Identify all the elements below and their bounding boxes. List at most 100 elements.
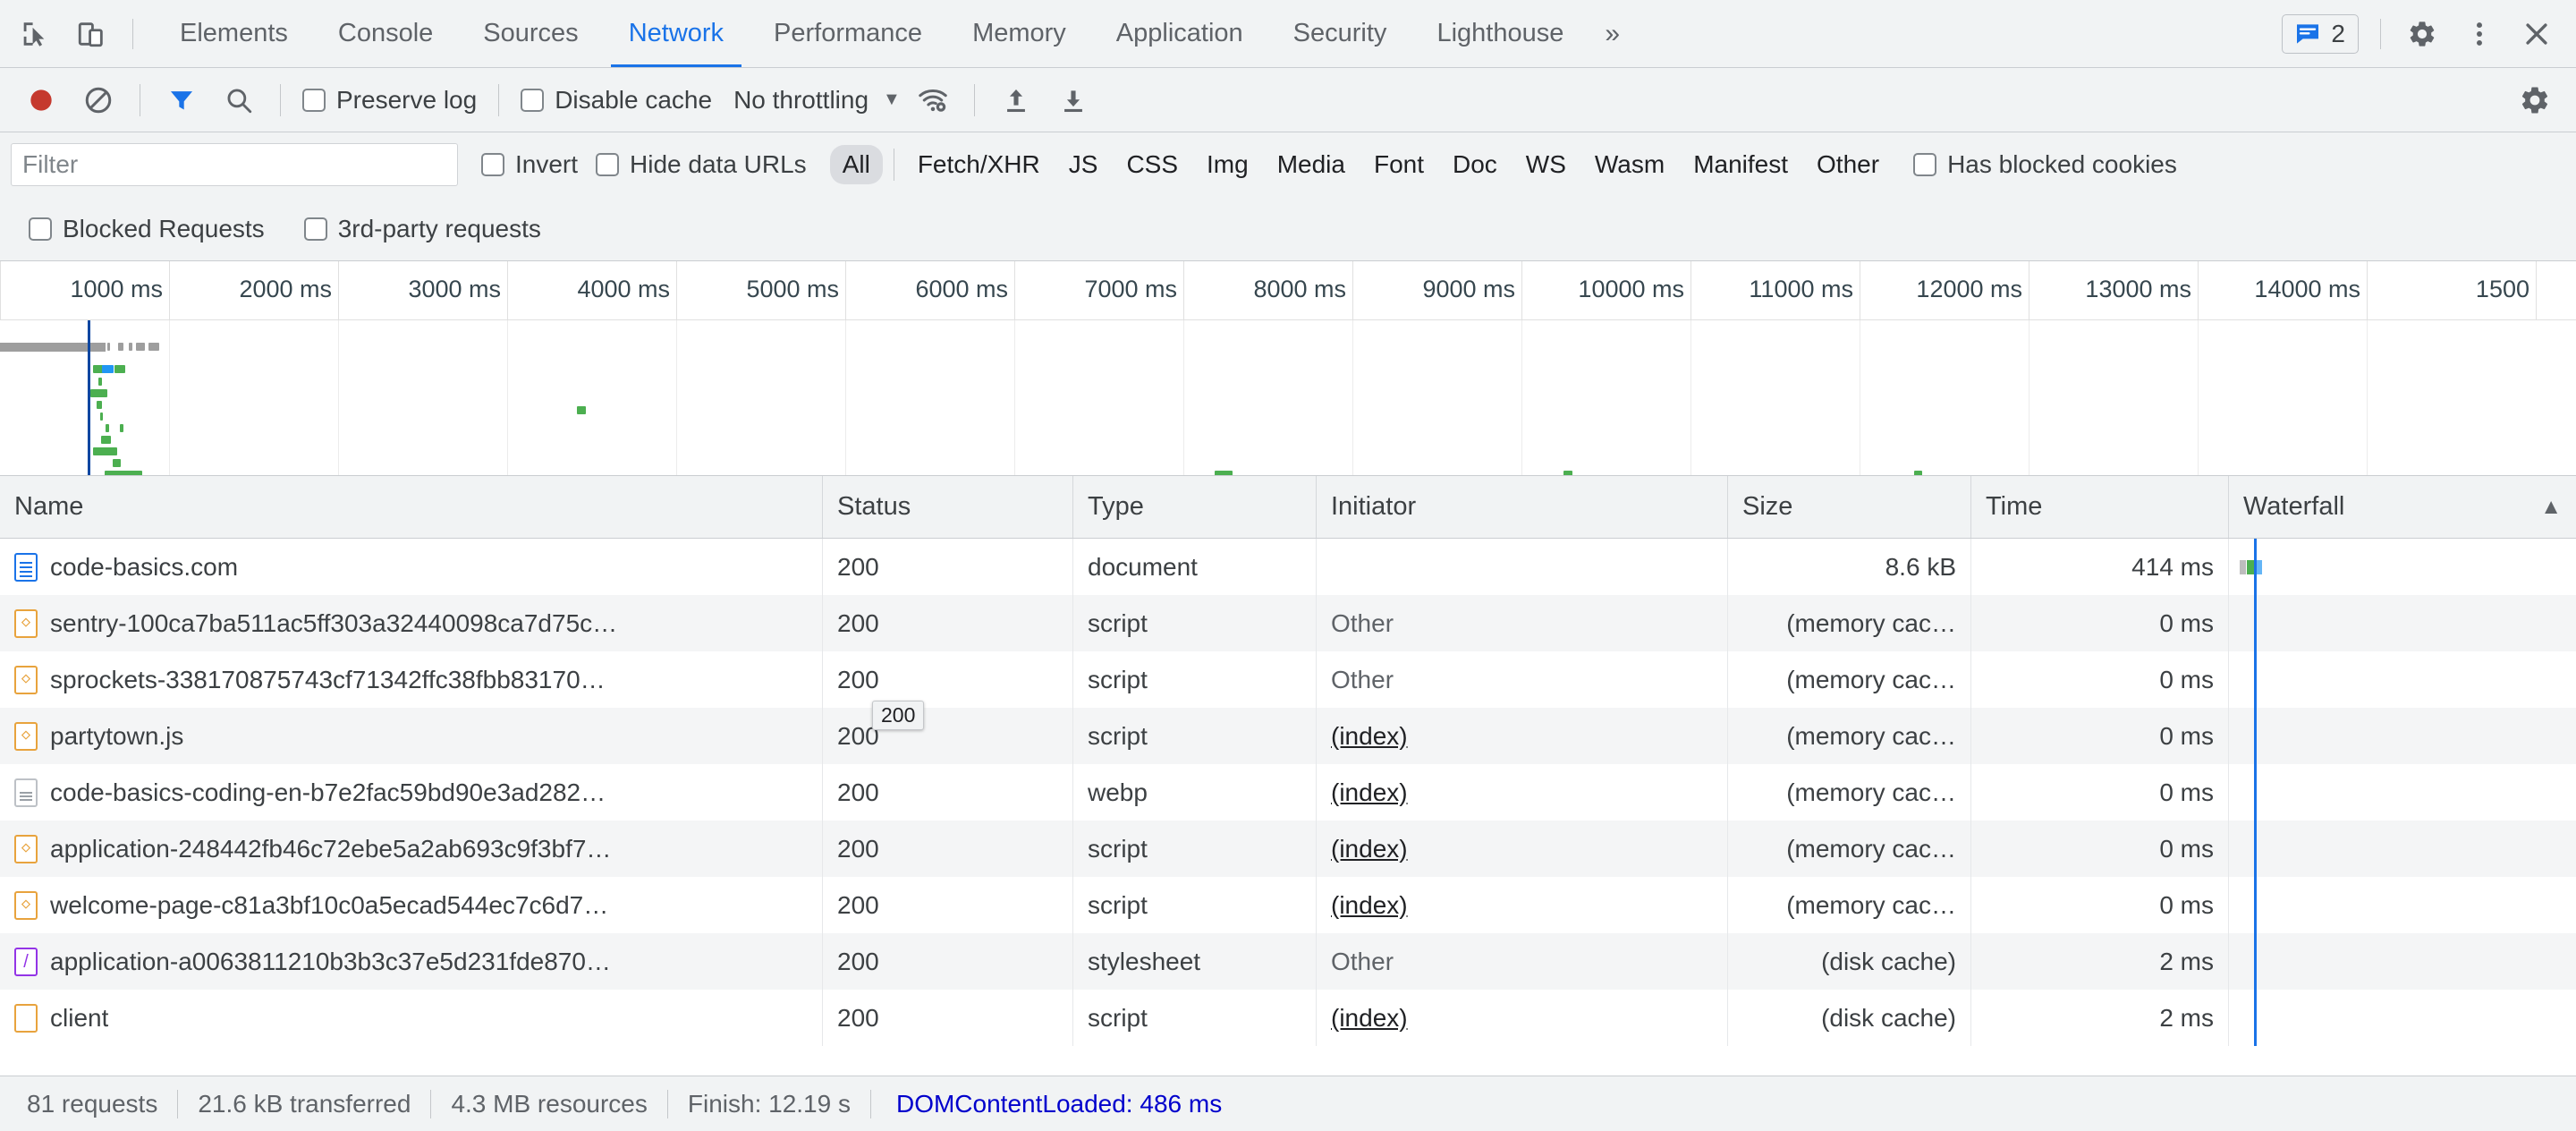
table-row[interactable]: ◇ partytown.js 200 script (index) (memor… [0, 708, 2576, 764]
throttling-dropdown[interactable]: No throttling ▼ [733, 86, 901, 115]
request-name: client [50, 1004, 108, 1033]
gear-icon[interactable] [2397, 9, 2447, 59]
cell-type: script [1073, 877, 1317, 933]
filter-type-img[interactable]: Img [1194, 145, 1261, 184]
status-code: 200 [837, 948, 879, 976]
column-header-type[interactable]: Type [1073, 476, 1317, 538]
table-body: code-basics.com 200 document 8.6 kB 414 … [0, 539, 2576, 1076]
tab-label: Memory [972, 19, 1066, 48]
tab-performance[interactable]: Performance [749, 0, 947, 67]
table-row[interactable]: ◇ application-248442fb46c72ebe5a2ab693c9… [0, 821, 2576, 877]
tab-memory[interactable]: Memory [947, 0, 1091, 67]
filter-type-manifest[interactable]: Manifest [1681, 145, 1801, 184]
export-har-icon[interactable] [1050, 77, 1097, 123]
column-header-waterfall[interactable]: Waterfall ▲ [2229, 476, 2576, 538]
filter-type-all[interactable]: All [830, 145, 883, 184]
column-header-name[interactable]: Name [0, 476, 823, 538]
resource-type: stylesheet [1088, 948, 1200, 976]
table-row[interactable]: code-basics.com 200 document 8.6 kB 414 … [0, 539, 2576, 595]
close-glyph [2521, 19, 2552, 49]
inspect-cursor-glyph [19, 19, 49, 49]
kebab-menu-icon[interactable] [2454, 9, 2504, 59]
dcl-line [2254, 539, 2257, 595]
wifi-gear-glyph [917, 84, 949, 116]
import-har-icon[interactable] [993, 77, 1039, 123]
network-conditions-icon[interactable] [910, 77, 956, 123]
network-toolbar-right [2506, 77, 2563, 123]
network-settings-gear-icon[interactable] [2512, 77, 2558, 123]
initiator-link[interactable]: (index) [1331, 1004, 1408, 1033]
cell-size: (memory cac… [1728, 821, 1971, 877]
column-header-initiator[interactable]: Initiator [1317, 476, 1728, 538]
network-overview[interactable]: 1000 ms 2000 ms 3000 ms 4000 ms 5000 ms … [0, 261, 2576, 476]
filter-type-doc[interactable]: Doc [1440, 145, 1510, 184]
inspect-cursor-icon[interactable] [9, 9, 59, 59]
filter-type-fetch-xhr[interactable]: Fetch/XHR [905, 145, 1053, 184]
has-blocked-cookies-checkbox[interactable]: Has blocked cookies [1913, 150, 2177, 179]
invert-checkbox[interactable]: Invert [481, 150, 578, 179]
tab-security[interactable]: Security [1268, 0, 1412, 67]
column-header-time[interactable]: Time [1971, 476, 2229, 538]
filter-type-js[interactable]: JS [1056, 145, 1111, 184]
size-value: (disk cache) [1821, 948, 1956, 976]
tabbar-divider [132, 19, 133, 49]
disable-cache-checkbox[interactable]: Disable cache [521, 86, 712, 115]
initiator-link[interactable]: (index) [1331, 722, 1408, 751]
tab-application[interactable]: Application [1091, 0, 1268, 67]
device-toolbar-icon[interactable] [66, 9, 116, 59]
record-button-icon[interactable] [18, 77, 64, 123]
tick-label: 4000 ms [577, 276, 670, 303]
preserve-log-checkbox[interactable]: Preserve log [302, 86, 477, 115]
filter-type-other[interactable]: Other [1804, 145, 1892, 184]
dcl-marker [88, 320, 90, 475]
tab-sources[interactable]: Sources [458, 0, 603, 67]
column-header-size[interactable]: Size [1728, 476, 1971, 538]
preserve-log-label: Preserve log [336, 86, 477, 115]
tab-elements[interactable]: Elements [155, 0, 313, 67]
table-row[interactable]: / application-a0063811210b3b3c37e5d231fd… [0, 933, 2576, 990]
table-row[interactable]: code-basics-coding-en-b7e2fac59bd90e3ad2… [0, 764, 2576, 821]
search-icon[interactable] [216, 77, 262, 123]
cell-name: ◇ partytown.js [0, 708, 823, 764]
filter-type-wasm[interactable]: Wasm [1582, 145, 1677, 184]
table-row[interactable]: ◇ welcome-page-c81a3bf10c0a5ecad544ec7c6… [0, 877, 2576, 933]
filter-funnel-icon[interactable] [158, 77, 205, 123]
blocked-requests-checkbox[interactable]: Blocked Requests [29, 215, 265, 243]
cell-initiator [1317, 539, 1728, 595]
table-row[interactable]: ◇ sentry-100ca7ba511ac5ff303a32440098ca7… [0, 595, 2576, 651]
table-row[interactable]: ◇ sprockets-338170875743cf71342ffc38fbb8… [0, 651, 2576, 708]
filter-input[interactable] [11, 143, 458, 186]
tab-console[interactable]: Console [313, 0, 458, 67]
time-value: 2 ms [2159, 1004, 2214, 1033]
filter-type-media[interactable]: Media [1265, 145, 1358, 184]
filter-type-css[interactable]: CSS [1114, 145, 1191, 184]
message-count-badge[interactable]: 2 [2282, 14, 2359, 54]
network-toolbar: Preserve log Disable cache No throttling… [0, 68, 2576, 132]
tab-label: Lighthouse [1436, 19, 1563, 48]
generic-file-icon [14, 1004, 38, 1033]
table-row[interactable]: client 200 script (index) (disk cache) 2… [0, 990, 2576, 1046]
filter-type-font[interactable]: Font [1361, 145, 1436, 184]
clear-icon[interactable] [75, 77, 122, 123]
gear-glyph [2407, 19, 2437, 49]
tab-lighthouse[interactable]: Lighthouse [1411, 0, 1589, 67]
cell-status: 200 [823, 877, 1073, 933]
cell-size: (memory cac… [1728, 651, 1971, 708]
size-value: 8.6 kB [1885, 553, 1956, 582]
column-label: Initiator [1331, 492, 1416, 522]
cell-waterfall [2229, 933, 2576, 990]
tab-network[interactable]: Network [604, 0, 749, 67]
cell-type: script [1073, 651, 1317, 708]
more-tabs-icon[interactable]: » [1589, 0, 1636, 67]
initiator-link[interactable]: (index) [1331, 891, 1408, 920]
cell-status: 200 [823, 651, 1073, 708]
initiator-link[interactable]: (index) [1331, 835, 1408, 863]
column-header-status[interactable]: Status [823, 476, 1073, 538]
initiator-link[interactable]: (index) [1331, 778, 1408, 807]
download-arrow-glyph [1058, 85, 1089, 115]
filter-type-ws[interactable]: WS [1513, 145, 1579, 184]
cell-type: script [1073, 595, 1317, 651]
close-icon[interactable] [2512, 9, 2562, 59]
third-party-requests-checkbox[interactable]: 3rd-party requests [304, 215, 541, 243]
hide-data-urls-checkbox[interactable]: Hide data URLs [596, 150, 807, 179]
